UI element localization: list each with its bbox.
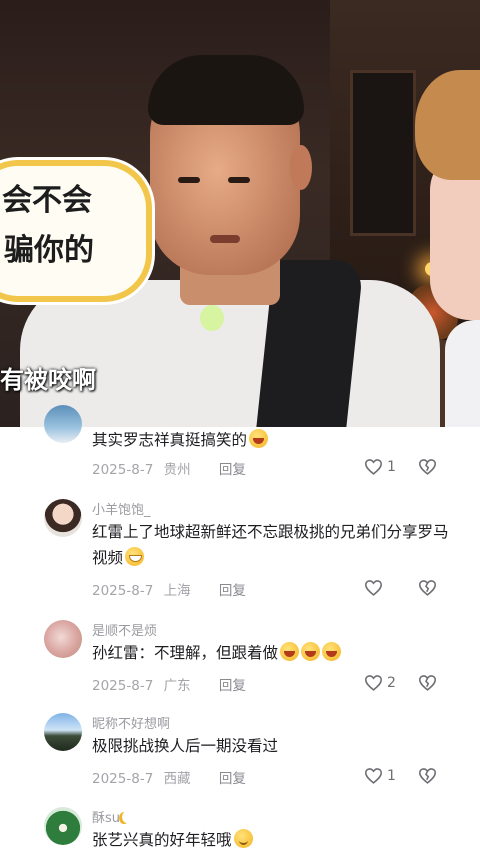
comment-list[interactable]: 其实罗志祥真挺搞笑的 2025-8-7 贵州 回复 1 小羊饱饱_ 红雷上了地球… <box>0 405 480 853</box>
heart-icon <box>364 580 383 596</box>
crescent-moon-icon <box>122 811 132 823</box>
smile-emoji <box>233 829 253 848</box>
laughing-emoji <box>280 642 300 661</box>
dislike-button[interactable] <box>418 767 437 788</box>
comment-location: 广东 <box>163 678 191 694</box>
avatar[interactable] <box>44 405 82 443</box>
like-count: 2 <box>387 674 396 691</box>
reply-button[interactable]: 回复 <box>219 583 246 599</box>
comment-meta: 2025-8-7 西藏 回复 <box>92 767 246 787</box>
avatar[interactable] <box>44 807 82 845</box>
laughing-emoji <box>322 642 342 661</box>
comment-date: 2025-8-7 <box>92 583 154 599</box>
comment-username[interactable]: 酥su <box>92 807 132 826</box>
laughing-tears-emoji <box>249 429 269 448</box>
comment-text: 极限挑战换人后一期没看过 <box>92 737 279 755</box>
like-button[interactable]: 1 <box>364 458 396 475</box>
comment-meta: 2025-8-7 贵州 回复 <box>92 458 246 478</box>
heart-icon <box>364 459 383 475</box>
comment-location: 西藏 <box>163 771 191 787</box>
broken-heart-icon <box>418 459 437 475</box>
avatar[interactable] <box>44 620 82 658</box>
comment-date: 2025-8-7 <box>92 678 154 694</box>
caption-bubble-line1: 会不会 <box>2 183 92 218</box>
comment-location: 上海 <box>163 583 191 599</box>
comment-meta: 2025-8-7 上海 回复 <box>92 579 246 599</box>
video-frame[interactable]: 会不会 骗你的 有被咬啊 <box>0 0 480 427</box>
broken-heart-icon <box>418 580 437 596</box>
like-count: 1 <box>387 767 396 784</box>
laughing-emoji <box>301 642 321 661</box>
comment-username[interactable]: 是顺不是烦 <box>92 620 157 639</box>
dislike-button[interactable] <box>418 579 437 600</box>
comment-date: 2025-8-7 <box>92 462 154 478</box>
reply-button[interactable]: 回复 <box>219 771 246 787</box>
comment-username[interactable]: 昵称不好想啊 <box>92 713 170 732</box>
like-button[interactable]: 2 <box>364 674 396 691</box>
comment-username[interactable]: 小羊饱饱_ <box>92 499 151 518</box>
grimace-emoji <box>125 547 145 566</box>
comment-text: 其实罗志祥真挺搞笑的 <box>92 427 452 453</box>
dislike-button[interactable] <box>418 458 437 479</box>
caption-bubble-line2: 骗你的 <box>4 233 94 268</box>
video-subtitle: 有被咬啊 <box>0 366 96 394</box>
like-button[interactable] <box>364 579 387 596</box>
comment-text: 红雷上了地球超新鲜还不忘跟极挑的兄弟们分享罗马视频 <box>92 523 449 567</box>
comment-location: 贵州 <box>163 462 191 478</box>
comment-text: 张艺兴真的好年轻哦 <box>92 827 452 853</box>
comment-date: 2025-8-7 <box>92 771 154 787</box>
avatar[interactable] <box>44 499 82 537</box>
broken-heart-icon <box>418 768 437 784</box>
comment-meta: 2025-8-7 广东 回复 <box>92 674 246 694</box>
comment-text: 孙红雷：不理解，但跟着做 <box>92 640 452 666</box>
heart-icon <box>364 675 383 691</box>
avatar[interactable] <box>44 713 82 751</box>
reply-button[interactable]: 回复 <box>219 678 246 694</box>
reply-button[interactable]: 回复 <box>219 462 246 478</box>
dislike-button[interactable] <box>418 674 437 695</box>
heart-icon <box>364 768 383 784</box>
like-count: 1 <box>387 458 396 475</box>
caption-bubble <box>0 160 152 302</box>
lapel-mic <box>200 305 224 331</box>
second-person-figure <box>410 60 480 427</box>
broken-heart-icon <box>418 675 437 691</box>
like-button[interactable]: 1 <box>364 767 396 784</box>
